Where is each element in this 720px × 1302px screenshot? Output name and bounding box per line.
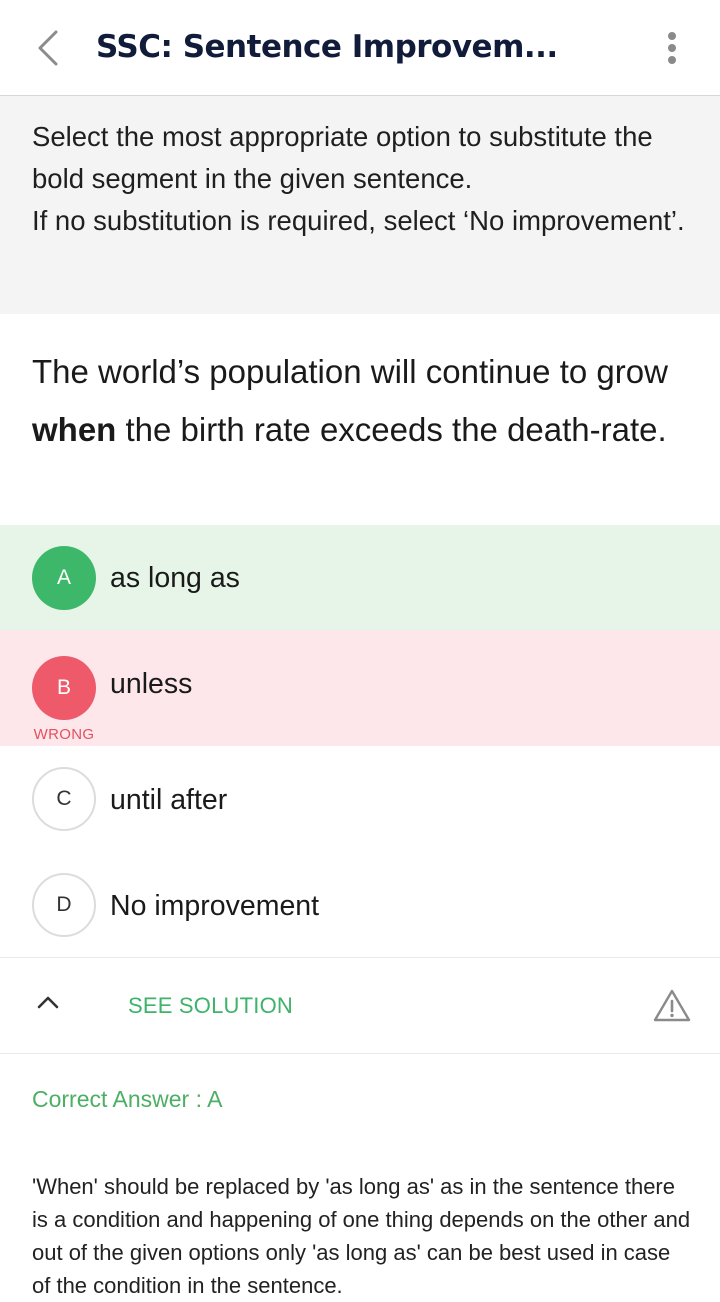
option-d[interactable]: D No improvement — [0, 852, 720, 958]
chevron-left-icon — [38, 30, 58, 66]
question-before: The world’s population will continue to … — [32, 353, 668, 390]
solution-toggle-bar[interactable]: SEE SOLUTION — [0, 958, 720, 1054]
solution-explanation: 'When' should be replaced by 'as long as… — [32, 1174, 691, 1298]
wrong-label: WRONG — [33, 726, 95, 743]
option-text: until after — [110, 784, 228, 816]
option-letter-badge: B — [32, 656, 96, 720]
correct-answer-label: Correct Answer : A — [32, 1086, 223, 1112]
instruction-line-1: Select the most appropriate option to su… — [32, 121, 653, 194]
back-button[interactable] — [24, 24, 72, 72]
more-dot — [668, 44, 676, 52]
more-options-button[interactable] — [648, 24, 696, 72]
question-bold-segment: when — [32, 411, 117, 448]
instruction-block: Select the most appropriate option to su… — [0, 96, 720, 314]
option-letter-badge: A — [32, 546, 96, 610]
option-letter-badge: D — [32, 873, 96, 937]
warning-triangle-icon[interactable] — [652, 988, 692, 1024]
question-after: the birth rate exceeds the death-rate. — [116, 411, 667, 448]
chevron-up-icon[interactable] — [32, 986, 64, 1018]
option-text: as long as — [110, 562, 240, 594]
option-text: unless — [110, 668, 193, 700]
option-c[interactable]: C until after — [0, 746, 720, 852]
option-a[interactable]: A as long as — [0, 525, 720, 630]
see-solution-button[interactable]: SEE SOLUTION — [128, 988, 293, 1024]
option-b[interactable]: B unless WRONG — [0, 630, 720, 746]
option-letter-badge: C — [32, 767, 96, 831]
question-text: The world’s population will continue to … — [32, 343, 702, 459]
app-bar: SSC: Sentence Improvem... — [0, 0, 720, 96]
instruction-line-2: If no substitution is required, select ‘… — [32, 205, 685, 236]
option-text: No improvement — [110, 890, 320, 922]
report-issue-icon — [653, 989, 691, 1022]
page-title: SSC: Sentence Improvem... — [96, 29, 558, 65]
more-vertical-icon — [668, 32, 676, 40]
chevron-up-icon-svg — [37, 996, 59, 1009]
more-dot — [668, 56, 676, 64]
